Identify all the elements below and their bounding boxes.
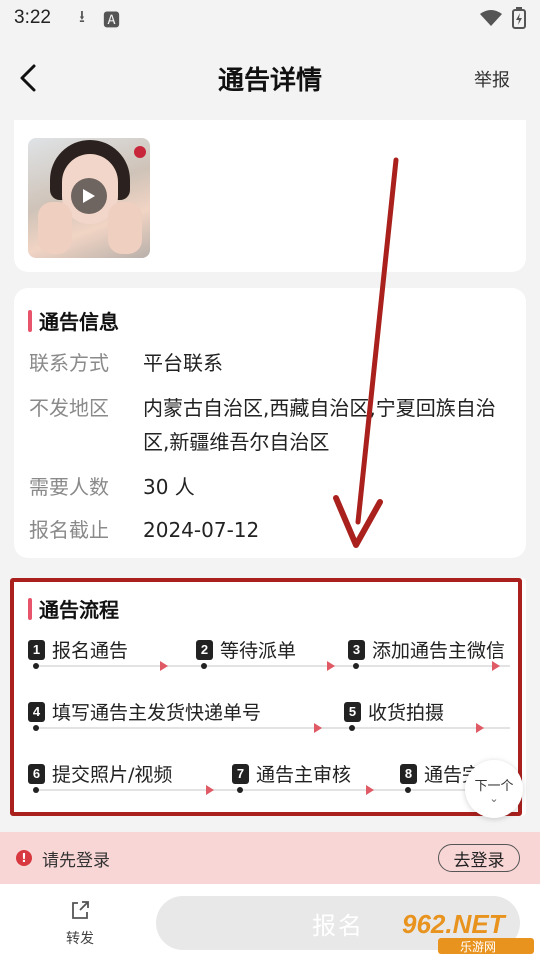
info-label: 不发地区 [29,396,109,420]
section-accent-bar [28,309,32,332]
step-number: 1 [28,639,45,660]
info-row-people-needed: 需要人数 30 人 [29,470,503,504]
status-time: 3:22 [14,7,51,28]
next-step-label: 下一个 [474,778,514,794]
step-number: 2 [196,639,213,660]
flow-step-4: 4 填写通告主发货快递单号 [28,698,261,725]
step-number: 8 [400,763,417,784]
flow-step-7: 7 通告主审核 [232,760,351,787]
info-value: 30 人 [143,475,195,499]
step-arrow-icon [492,661,500,671]
play-icon[interactable] [71,178,107,214]
flow-track [34,665,510,667]
step-arrow-icon [327,661,335,671]
info-label: 报名截止 [29,518,109,542]
wifi-icon [480,10,502,26]
flow-card: 通告流程 1 报名通告 2 等待派单 3 添加通告主微信 4 填写通告主发货快递… [14,578,526,816]
info-row-contact: 联系方式 平台联系 [29,346,503,380]
flow-section-header: 通告流程 [28,594,119,623]
login-prompt-bar: ! 请先登录 去登录 [0,832,540,884]
flow-step-2: 2 等待派单 [196,636,296,663]
step-dot [405,787,411,793]
step-label: 提交照片/视频 [52,764,173,786]
step-number: 5 [344,701,361,722]
step-dot [349,725,355,731]
status-bar: 3:22 ⭳ 🅰 [0,0,540,36]
step-label: 等待派单 [220,640,297,662]
share-button[interactable]: 转发 [50,898,110,948]
step-label: 报名通告 [52,640,129,662]
flow-step-5: 5 收货拍摄 [344,698,444,725]
flow-step-1: 1 报名通告 [28,636,128,663]
alert-icon: ! [16,850,32,866]
chevron-down-icon: ⌄ [489,791,499,805]
step-dot [33,663,39,669]
step-number: 3 [348,639,365,660]
step-number: 7 [232,763,249,784]
svg-text:962.NET: 962.NET [402,909,507,939]
info-label: 需要人数 [29,475,109,499]
step-arrow-icon [366,785,374,795]
step-dot [353,663,359,669]
info-section-title: 通告信息 [39,310,119,334]
step-label: 填写通告主发货快递单号 [52,702,262,724]
video-thumbnail[interactable] [28,138,150,258]
step-arrow-icon [314,723,322,733]
page-title: 通告详情 [217,65,322,96]
step-arrow-icon [476,723,484,733]
step-label: 通告主审核 [256,764,352,786]
svg-text:乐游网: 乐游网 [460,940,496,954]
step-arrow-icon [160,661,168,671]
step-dot [237,787,243,793]
share-icon [72,901,89,919]
step-dot [33,787,39,793]
info-card: 通告信息 联系方式 平台联系 不发地区 内蒙古自治区,西藏自治区,宁夏回族自治区… [14,288,526,558]
report-button[interactable]: 举报 [474,66,510,92]
step-label: 收货拍摄 [368,702,445,724]
login-button[interactable]: 去登录 [438,844,520,872]
download-icon: ⭳ [78,6,85,26]
login-prompt-text: 请先登录 [42,850,110,871]
info-row-excluded-regions: 不发地区 内蒙古自治区,西藏自治区,宁夏回族自治区,新疆维吾尔自治区 [29,391,499,459]
info-value: 内蒙古自治区,西藏自治区,宁夏回族自治区,新疆维吾尔自治区 [143,396,496,454]
media-card [14,120,526,272]
back-arrow-icon[interactable] [10,58,50,98]
step-dot [201,663,207,669]
info-section-header: 通告信息 [28,306,119,335]
flow-section-title: 通告流程 [39,598,119,622]
step-label: 添加通告主微信 [372,640,506,662]
nav-bar: 通告详情 举报 [0,36,540,120]
step-dot [33,725,39,731]
info-value: 2024-07-12 [143,518,260,542]
info-row-deadline: 报名截止 2024-07-12 [29,513,503,547]
battery-icon [512,7,526,29]
step-number: 4 [28,701,45,722]
step-arrow-icon [206,785,214,795]
flow-step-3: 3 添加通告主微信 [348,636,505,663]
section-accent-bar [28,597,32,620]
watermark-logo: 962.NET 乐游网 [402,909,534,954]
flow-track [34,727,510,729]
step-number: 6 [28,763,45,784]
share-label: 转发 [66,931,94,947]
notification-a-icon: 🅰 [102,10,120,30]
info-value: 平台联系 [143,351,223,375]
flow-step-6: 6 提交照片/视频 [28,760,172,787]
next-step-button[interactable]: 下一个 ⌄ [465,760,523,818]
info-label: 联系方式 [29,351,109,375]
